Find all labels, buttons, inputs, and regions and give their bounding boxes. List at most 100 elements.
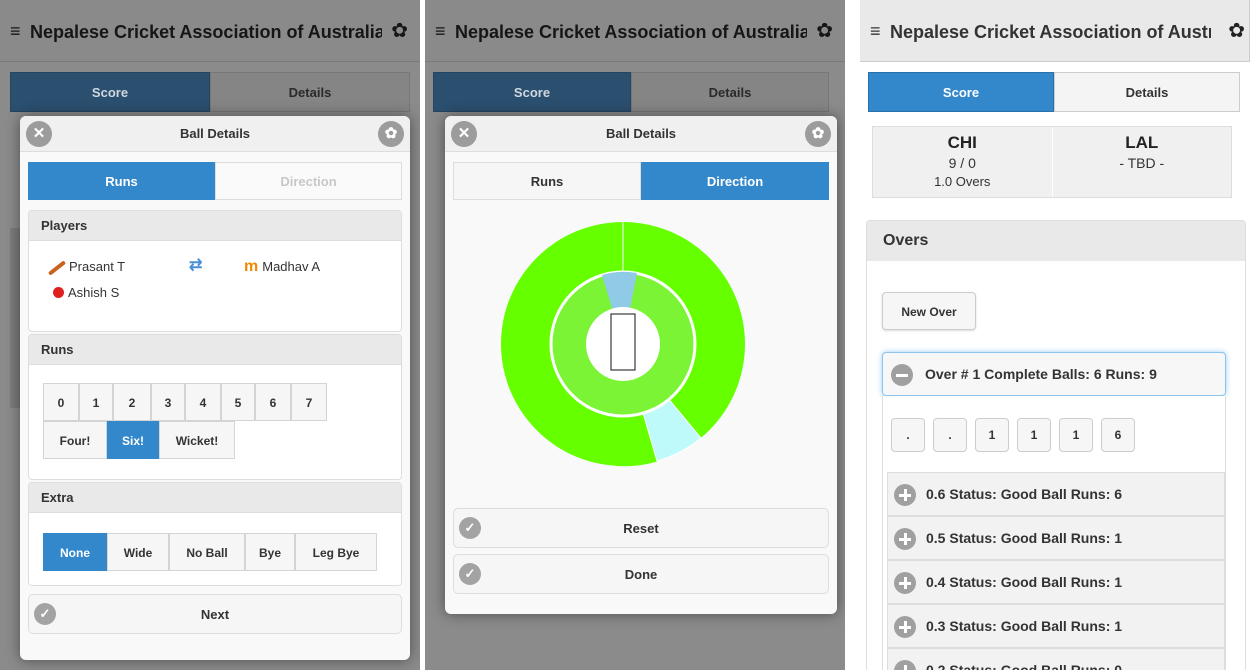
ball-details-tabs: Runs Direction — [28, 162, 402, 200]
ball-5-button[interactable]: 1 — [1059, 418, 1093, 452]
run-2-button[interactable]: 2 — [113, 383, 151, 421]
app-header: ≡ Nepalese Cricket Association of Austra… — [425, 0, 845, 62]
ball-details-popup: ✕ Ball Details ✿ Runs Direction Players … — [20, 116, 410, 660]
main-tabs: Score Details — [868, 72, 1240, 112]
non-striker[interactable]: Ashish S — [53, 285, 119, 300]
popup-title: Ball Details — [605, 126, 677, 141]
team2-score-card: LAL - TBD - — [1051, 127, 1231, 197]
ball-details-popup: ✕ Ball Details ✿ Runs Direction ✓ Reset — [445, 116, 837, 614]
menu-icon[interactable]: ≡ — [435, 21, 446, 42]
tab-score[interactable]: Score — [10, 72, 210, 112]
menu-icon[interactable]: ≡ — [10, 21, 21, 42]
tab-details[interactable]: Details — [1054, 72, 1240, 112]
ball-6-button[interactable]: 6 — [1101, 418, 1135, 452]
extra-no-ball-button[interactable]: No Ball — [169, 533, 245, 571]
tab-details[interactable]: Details — [210, 72, 410, 112]
six-button[interactable]: Six! — [107, 421, 159, 459]
gear-icon[interactable]: ✿ — [805, 121, 831, 147]
scoreboard: CHI 9 / 0 1.0 Overs LAL - TBD - — [872, 126, 1232, 198]
over-details: . . 1 1 1 6 0.6 Status: Good Ball Runs: … — [882, 396, 1226, 670]
gloves-icon: m — [244, 258, 259, 275]
plus-icon — [894, 616, 916, 638]
check-icon: ✓ — [34, 603, 56, 625]
keeper-name: Madhav A — [262, 259, 321, 274]
extra-wide-button[interactable]: Wide — [107, 533, 169, 571]
app-header: ≡ Nepalese Cricket Association of Austra… — [0, 0, 420, 62]
main-tabs: Score Details — [433, 72, 829, 112]
delivery-row[interactable]: 0.4 Status: Good Ball Runs: 1 — [887, 560, 1225, 604]
minus-icon — [891, 364, 913, 386]
delivery-row[interactable]: 0.5 Status: Good Ball Runs: 1 — [887, 516, 1225, 560]
tab-score[interactable]: Score — [433, 72, 631, 112]
reset-label: Reset — [623, 521, 659, 536]
extra-bye-button[interactable]: Bye — [245, 533, 295, 571]
screen-ball-details-direction: ≡ Nepalese Cricket Association of Austra… — [425, 0, 845, 670]
run-1-button[interactable]: 1 — [79, 383, 113, 421]
tab-runs[interactable]: Runs — [28, 162, 215, 200]
delivery-row[interactable]: 0.2 Status: Good Ball Runs: 0 — [887, 648, 1225, 670]
reset-button[interactable]: ✓ Reset — [453, 508, 829, 548]
delivery-list: 0.6 Status: Good Ball Runs: 6 0.5 Status… — [887, 472, 1225, 670]
done-button[interactable]: ✓ Done — [453, 554, 829, 594]
screen-score: ≡ Nepalese Cricket Association of Austra… — [860, 0, 1250, 670]
players-section: Players Prasant T ⇄ m Madhav A Ashish S — [28, 210, 402, 332]
keeper[interactable]: m Madhav A — [244, 258, 320, 276]
ball-buttons: . . 1 1 1 6 — [891, 418, 1135, 452]
wicket-button[interactable]: Wicket! — [159, 421, 235, 459]
run-4-button[interactable]: 4 — [185, 383, 221, 421]
delivery-text: 0.3 Status: Good Ball Runs: 1 — [926, 618, 1123, 634]
close-icon[interactable]: ✕ — [26, 121, 52, 147]
extra-none-button[interactable]: None — [43, 533, 107, 571]
team1-name: CHI — [947, 133, 977, 152]
check-icon: ✓ — [459, 517, 481, 539]
ball-2-button[interactable]: . — [933, 418, 967, 452]
tab-details[interactable]: Details — [631, 72, 829, 112]
swap-icon: ⇄ — [189, 257, 203, 274]
settings-icon[interactable]: ✿ — [816, 18, 833, 43]
delivery-row[interactable]: 0.6 Status: Good Ball Runs: 6 — [887, 472, 1225, 516]
menu-icon[interactable]: ≡ — [870, 21, 881, 42]
run-3-button[interactable]: 3 — [151, 383, 185, 421]
background-panel — [10, 228, 20, 408]
cricket-ball-icon — [53, 287, 64, 298]
ball-4-button[interactable]: 1 — [1017, 418, 1051, 452]
plus-icon — [894, 528, 916, 550]
striker-name: Prasant T — [69, 259, 126, 274]
swap-batsmen[interactable]: ⇄ — [189, 255, 202, 275]
ball-1-button[interactable]: . — [891, 418, 925, 452]
settings-icon[interactable]: ✿ — [391, 18, 408, 43]
direction-field[interactable] — [445, 216, 837, 506]
run-6-button[interactable]: 6 — [255, 383, 291, 421]
extra-buttons: None Wide No Ball Bye Leg Bye — [43, 533, 401, 571]
new-over-button[interactable]: New Over — [882, 292, 976, 330]
delivery-text: 0.5 Status: Good Ball Runs: 1 — [926, 530, 1123, 546]
app-header: ≡ Nepalese Cricket Association of Austra… — [860, 0, 1250, 62]
striker[interactable]: Prasant T — [47, 259, 126, 276]
close-icon[interactable]: ✕ — [451, 121, 477, 147]
plus-icon — [894, 572, 916, 594]
extra-header: Extra — [29, 483, 401, 513]
tab-score[interactable]: Score — [868, 72, 1054, 112]
pitch — [610, 313, 636, 371]
special-run-buttons: Four! Six! Wicket! — [43, 421, 401, 459]
tab-runs[interactable]: Runs — [453, 162, 641, 200]
delivery-text: 0.2 Status: Good Ball Runs: 0 — [926, 662, 1123, 670]
run-7-button[interactable]: 7 — [291, 383, 327, 421]
app-title: Nepalese Cricket Association of Australi… — [455, 22, 807, 42]
settings-icon[interactable]: ✿ — [1228, 18, 1245, 43]
ball-3-button[interactable]: 1 — [975, 418, 1009, 452]
popup-header: ✕ Ball Details ✿ — [20, 116, 410, 152]
four-button[interactable]: Four! — [43, 421, 107, 459]
gear-icon[interactable]: ✿ — [378, 121, 404, 147]
over-title: Over # 1 Complete Balls: 6 Runs: 9 — [925, 366, 1157, 382]
run-5-button[interactable]: 5 — [221, 383, 255, 421]
over-collapsible[interactable]: Over # 1 Complete Balls: 6 Runs: 9 — [882, 352, 1226, 396]
popup-header: ✕ Ball Details ✿ — [445, 116, 837, 152]
next-button[interactable]: ✓ Next — [28, 594, 402, 634]
run-0-button[interactable]: 0 — [43, 383, 79, 421]
extra-leg-bye-button[interactable]: Leg Bye — [295, 533, 377, 571]
tab-direction[interactable]: Direction — [215, 162, 402, 200]
done-label: Done — [624, 567, 658, 582]
delivery-row[interactable]: 0.3 Status: Good Ball Runs: 1 — [887, 604, 1225, 648]
tab-direction[interactable]: Direction — [641, 162, 829, 200]
